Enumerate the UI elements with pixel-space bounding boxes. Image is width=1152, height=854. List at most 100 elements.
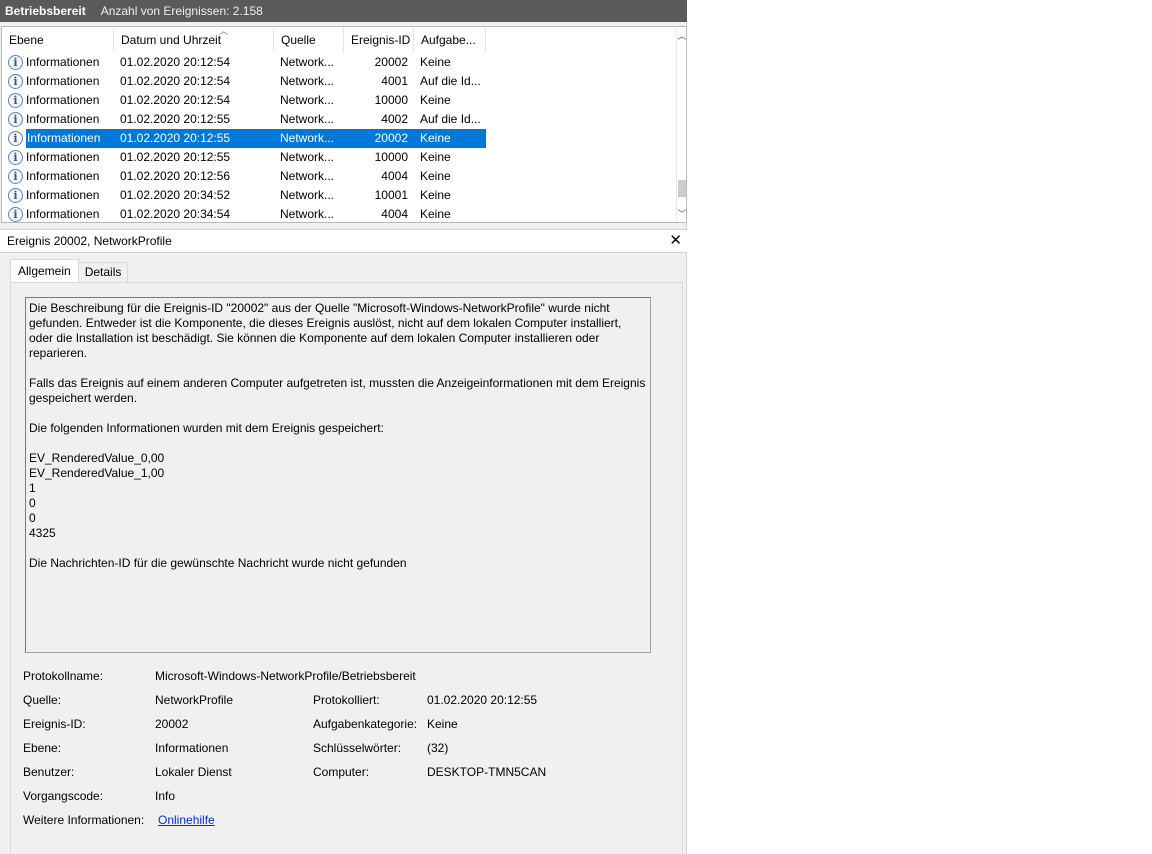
info-icon: i [8, 55, 23, 70]
table-row[interactable]: i Informationen 01.02.2020 20:12:55 Network… [2, 129, 678, 148]
prop-row-ereignis-id: Ereignis-ID: 20002 Aufgabenkategorie: Ke… [23, 716, 673, 740]
prop-row-protokollname: Protokollname: Microsoft-Windows-Network… [23, 668, 673, 692]
cell-ebene-text: Informationen [26, 188, 100, 202]
scroll-down-icon[interactable]: ﹀ [677, 207, 686, 221]
event-list-scrollbar[interactable]: ︿ ﹀ [676, 27, 686, 222]
event-list[interactable]: ︿ Ebene Datum und Uhrzeit Quelle Ereigni… [1, 26, 687, 223]
column-header-datum[interactable]: Datum und Uhrzeit [114, 27, 274, 53]
info-icon: i [8, 207, 23, 222]
detail-tabs: Allgemein Details [10, 259, 129, 284]
cell-ereignis-id: 10000 [374, 93, 408, 107]
computer-label: Computer: [313, 765, 370, 779]
prop-row-weitere-informationen: Weitere Informationen: Onlinehilfe [23, 812, 673, 836]
cell-ebene-text: Informationen [26, 207, 100, 221]
cell-datum: 01.02.2020 20:34:54 [120, 207, 231, 221]
table-row[interactable]: i Informationen 01.02.2020 20:34:52 Network… [2, 186, 678, 205]
cell-aufgabe: Auf die Id... [420, 74, 481, 88]
quelle-label: Quelle: [23, 693, 62, 707]
cell-ereignis-id: 10000 [374, 150, 408, 164]
aufgabenkategorie-value: Keine [427, 717, 458, 731]
table-row[interactable]: i Informationen 01.02.2020 20:12:55 Network… [2, 110, 678, 129]
log-title: Betriebsbereit [5, 4, 86, 18]
cell-datum: 01.02.2020 20:12:56 [120, 169, 231, 183]
cell-quelle: Network... [280, 169, 335, 183]
schluesselwoerter-value: (32) [427, 741, 449, 755]
event-rows: i Informationen 01.02.2020 20:12:54 Network… [2, 53, 678, 222]
cell-aufgabe: Keine [414, 129, 486, 148]
computer-value: DESKTOP-TMN5CAN [427, 765, 547, 779]
cell-aufgabe: Keine [420, 150, 451, 164]
scroll-up-icon[interactable]: ︿ [677, 29, 686, 43]
cell-ebene: i Informationen [2, 53, 114, 72]
event-description-box[interactable]: Die Beschreibung für die Ereignis-ID "20… [25, 297, 651, 653]
table-row[interactable]: i Informationen 01.02.2020 20:12:54 Network… [2, 91, 678, 110]
log-title-bar: Betriebsbereit Anzahl von Ereignissen: 2… [0, 0, 687, 22]
ereignis-id-label: Ereignis-ID: [23, 717, 86, 731]
column-header-aufgabe[interactable]: Aufgabe... [414, 27, 486, 53]
event-description: Die Beschreibung für die Ereignis-ID "20… [29, 301, 646, 570]
cell-ereignis-id: 4004 [381, 169, 408, 183]
prop-row-vorgangscode: Vorgangscode: Info [23, 788, 673, 812]
tab-allgemein[interactable]: Allgemein [10, 259, 79, 284]
protokollname-value: Microsoft-Windows-NetworkProfile/Betrieb… [155, 669, 416, 683]
cell-aufgabe: Auf die Id... [420, 112, 481, 126]
table-row[interactable]: i Informationen 01.02.2020 20:34:54 Network… [2, 205, 678, 222]
aufgabenkategorie-label: Aufgabenkategorie: [313, 717, 418, 731]
cell-quelle: Network... [280, 112, 335, 126]
protokollname-label: Protokollname: [23, 669, 104, 683]
ebene-value: Informationen [155, 741, 229, 755]
cell-ebene: i Informationen [2, 186, 114, 205]
cell-datum: 01.02.2020 20:12:54 [120, 55, 231, 69]
detail-title: Ereignis 20002, NetworkProfile [7, 234, 172, 248]
cell-ebene: i Informationen [2, 110, 114, 129]
cell-ebene-text: Informationen [26, 93, 100, 107]
column-header-ereignis-id[interactable]: Ereignis-ID [344, 27, 414, 53]
ebene-label: Ebene: [23, 741, 62, 755]
info-icon: i [8, 112, 23, 127]
detail-header: Ereignis 20002, NetworkProfile ✕ [0, 229, 687, 253]
info-icon: i [8, 131, 23, 146]
column-header-quelle[interactable]: Quelle [274, 27, 344, 53]
cell-ereignis-id: 4002 [381, 112, 408, 126]
tab-details[interactable]: Details [77, 262, 129, 283]
scroll-thumb[interactable] [678, 180, 686, 197]
close-icon[interactable]: ✕ [669, 233, 682, 249]
cell-aufgabe: Keine [420, 188, 451, 202]
prop-row-benutzer: Benutzer: Lokaler Dienst Computer: DESKT… [23, 764, 673, 788]
cell-aufgabe: Keine [420, 169, 451, 183]
cell-aufgabe: Keine [420, 55, 451, 69]
schluesselwoerter-label: Schlüsselwörter: [313, 741, 402, 755]
cell-ebene: i Informationen [2, 148, 114, 167]
prop-row-ebene: Ebene: Informationen Schlüsselwörter: (3… [23, 740, 673, 764]
onlinehilfe-link[interactable]: Onlinehilfe [158, 812, 215, 828]
cell-ebene: i Informationen [2, 205, 114, 222]
cell-ebene: i Informationen [2, 91, 114, 110]
event-count: Anzahl von Ereignissen: 2.158 [100, 4, 263, 18]
cell-aufgabe: Keine [420, 207, 451, 221]
cell-datum: 01.02.2020 20:34:52 [120, 188, 231, 202]
ereignis-id-value: 20002 [155, 717, 189, 731]
cell-quelle: Network... [274, 129, 344, 148]
column-header-ebene[interactable]: Ebene [2, 27, 114, 53]
cell-ebene-text: Informationen [26, 55, 100, 69]
cell-ereignis-id: 10001 [374, 188, 408, 202]
cell-quelle: Network... [280, 150, 335, 164]
weitere-informationen-label: Weitere Informationen: [23, 813, 145, 827]
table-row[interactable]: i Informationen 01.02.2020 20:12:55 Network… [2, 148, 678, 167]
table-row[interactable]: i Informationen 01.02.2020 20:12:56 Network… [2, 167, 678, 186]
cell-datum: 01.02.2020 20:12:55 [120, 150, 231, 164]
sort-up-icon: ︿ [219, 26, 229, 36]
table-row[interactable]: i Informationen 01.02.2020 20:12:54 Network… [2, 53, 678, 72]
cell-datum: 01.02.2020 20:12:54 [120, 93, 231, 107]
prop-row-quelle: Quelle: NetworkProfile Protokolliert: 01… [23, 692, 673, 716]
cell-ereignis-id: 20002 [374, 55, 408, 69]
info-icon: i [8, 169, 23, 184]
table-row[interactable]: i Informationen 01.02.2020 20:12:54 Network… [2, 72, 678, 91]
vorgangscode-label: Vorgangscode: [23, 789, 104, 803]
benutzer-value: Lokaler Dienst [155, 765, 232, 779]
cell-aufgabe: Keine [420, 93, 451, 107]
info-icon: i [8, 150, 23, 165]
cell-ebene: i Informationen [2, 129, 114, 148]
cell-datum: 01.02.2020 20:12:54 [120, 74, 231, 88]
cell-ebene: i Informationen [2, 167, 114, 186]
